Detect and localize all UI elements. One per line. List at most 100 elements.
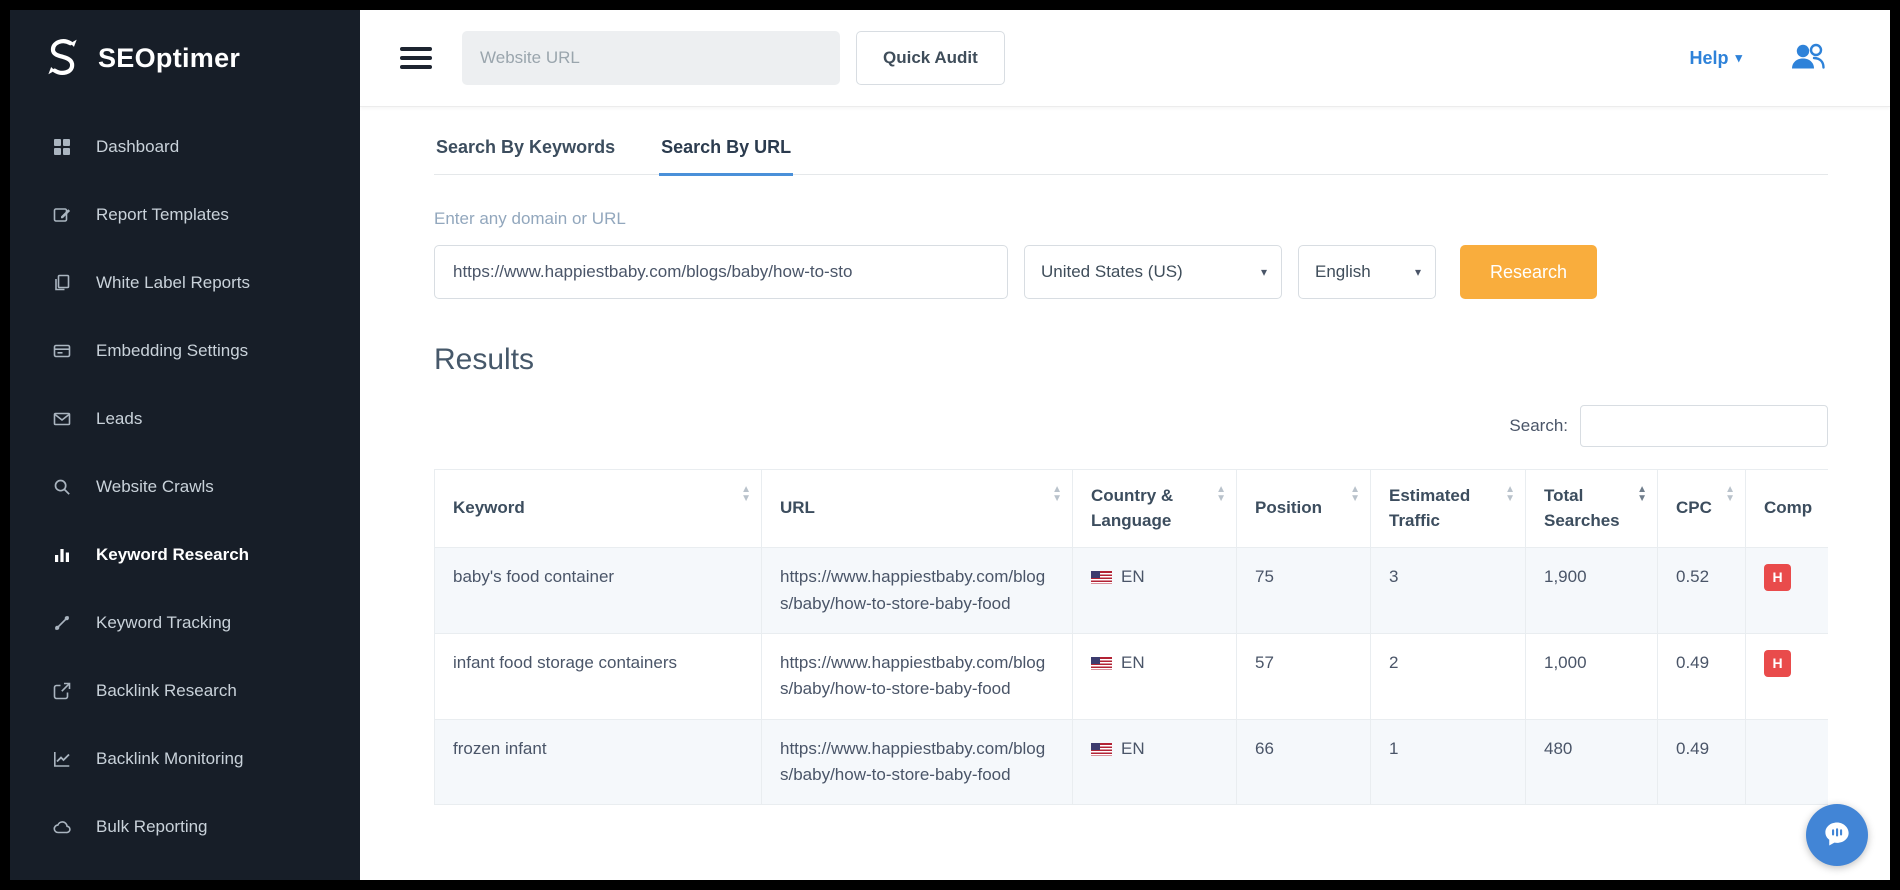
column-header-cpc[interactable]: CPC: [1658, 470, 1746, 548]
chat-launcher-button[interactable]: [1806, 804, 1868, 866]
country-select[interactable]: United States (US) ▾: [1024, 245, 1282, 299]
url-cell: https://www.happiestbaby.com/blogs/baby/…: [762, 548, 1073, 634]
sidebar-item-label: Leads: [96, 409, 142, 429]
language-code: EN: [1121, 739, 1145, 758]
research-button[interactable]: Research: [1460, 245, 1597, 299]
sort-icon: [1216, 486, 1226, 503]
language-code: EN: [1121, 567, 1145, 586]
sidebar-item-bulk-reporting[interactable]: Bulk Reporting: [10, 793, 360, 861]
sort-icon: [1505, 486, 1515, 503]
sidebar-item-label: Website Crawls: [96, 477, 214, 497]
competition-cell: [1746, 719, 1829, 805]
table-search-input[interactable]: [1580, 405, 1828, 447]
position-cell: 57: [1237, 633, 1371, 719]
sidebar-item-label: Keyword Research: [96, 545, 249, 565]
table-header-row: Keyword URL Country & Language Position …: [435, 470, 1829, 548]
cloud-icon: [50, 817, 74, 837]
column-header-position[interactable]: Position: [1237, 470, 1371, 548]
estimated-traffic-cell: 3: [1371, 548, 1526, 634]
tracking-icon: [50, 613, 74, 633]
position-cell: 66: [1237, 719, 1371, 805]
users-icon: [1788, 41, 1830, 76]
sidebar-item-report-templates[interactable]: Report Templates: [10, 181, 360, 249]
url-cell: https://www.happiestbaby.com/blogs/baby/…: [762, 719, 1073, 805]
bar-chart-icon: [50, 545, 74, 565]
language-select-value: English: [1315, 262, 1371, 282]
seoptimer-logo-icon: [42, 35, 84, 82]
language-code: EN: [1121, 653, 1145, 672]
country-language-cell: EN: [1073, 719, 1237, 805]
keyword-cell: baby's food container: [435, 548, 762, 634]
white-label-reports-icon: [50, 273, 74, 293]
results-title: Results: [434, 343, 1828, 377]
envelope-icon: [50, 409, 74, 429]
competition-badge: H: [1764, 564, 1791, 591]
competition-cell: H: [1746, 633, 1829, 719]
dashboard-icon: [50, 137, 74, 157]
estimated-traffic-cell: 2: [1371, 633, 1526, 719]
competition-badge: H: [1764, 650, 1791, 677]
column-header-url[interactable]: URL: [762, 470, 1073, 548]
account-button[interactable]: [1788, 41, 1830, 76]
tab-search-by-url[interactable]: Search By URL: [659, 127, 793, 176]
table-row: baby's food container https://www.happie…: [435, 548, 1829, 634]
domain-url-input[interactable]: [434, 245, 1008, 299]
line-chart-icon: [50, 749, 74, 769]
sidebar-item-label: Report Templates: [96, 205, 229, 225]
sidebar-item-label: Backlink Monitoring: [96, 749, 243, 769]
column-header-competition[interactable]: Comp: [1746, 470, 1829, 548]
sidebar-item-label: Keyword Tracking: [96, 613, 231, 633]
website-url-input[interactable]: [462, 31, 840, 85]
country-language-cell: EN: [1073, 633, 1237, 719]
column-header-country-language[interactable]: Country & Language: [1073, 470, 1237, 548]
sidebar-item-white-label-reports[interactable]: White Label Reports: [10, 249, 360, 317]
sidebar-item-embedding-settings[interactable]: Embedding Settings: [10, 317, 360, 385]
cpc-cell: 0.52: [1658, 548, 1746, 634]
chevron-down-icon: ▾: [1415, 265, 1421, 279]
keyword-cell: frozen infant: [435, 719, 762, 805]
menu-button[interactable]: [400, 47, 432, 69]
brand-name: SEOptimer: [98, 43, 240, 74]
help-menu[interactable]: Help ▾: [1689, 48, 1742, 69]
sort-icon-active: [1637, 486, 1647, 503]
screenshot-frame: SEOptimer Dashboard Report Templates: [0, 0, 1900, 890]
sort-icon: [1725, 486, 1735, 503]
sidebar-nav: Dashboard Report Templates White Label R…: [10, 107, 360, 861]
total-searches-cell: 1,000: [1526, 633, 1658, 719]
tab-search-by-keywords[interactable]: Search By Keywords: [434, 127, 617, 176]
sidebar-item-backlink-research[interactable]: Backlink Research: [10, 657, 360, 725]
sidebar-item-leads[interactable]: Leads: [10, 385, 360, 453]
chevron-down-icon: ▾: [1261, 265, 1267, 279]
column-header-keyword[interactable]: Keyword: [435, 470, 762, 548]
sidebar-item-backlink-monitoring[interactable]: Backlink Monitoring: [10, 725, 360, 793]
report-templates-icon: [50, 205, 74, 225]
domain-input-label: Enter any domain or URL: [434, 209, 1828, 229]
sidebar-item-label: Dashboard: [96, 137, 179, 157]
app-window: SEOptimer Dashboard Report Templates: [10, 10, 1890, 880]
magnifier-icon: [50, 477, 74, 497]
estimated-traffic-cell: 1: [1371, 719, 1526, 805]
url-cell: https://www.happiestbaby.com/blogs/baby/…: [762, 633, 1073, 719]
chat-bubble-icon: [1822, 819, 1852, 852]
sidebar-item-website-crawls[interactable]: Website Crawls: [10, 453, 360, 521]
keyword-cell: infant food storage containers: [435, 633, 762, 719]
column-header-total-searches[interactable]: Total Searches: [1526, 470, 1658, 548]
table-row: infant food storage containers https://w…: [435, 633, 1829, 719]
table-search: Search:: [434, 405, 1828, 447]
sidebar-item-keyword-tracking[interactable]: Keyword Tracking: [10, 589, 360, 657]
results-table: Keyword URL Country & Language Position …: [434, 469, 1828, 805]
brand-logo[interactable]: SEOptimer: [10, 10, 360, 107]
chevron-down-icon: ▾: [1735, 50, 1742, 66]
column-header-estimated-traffic[interactable]: Estimated Traffic: [1371, 470, 1526, 548]
position-cell: 75: [1237, 548, 1371, 634]
sidebar-item-label: Bulk Reporting: [96, 817, 208, 837]
language-select[interactable]: English ▾: [1298, 245, 1436, 299]
sidebar: SEOptimer Dashboard Report Templates: [10, 10, 360, 880]
sidebar-item-dashboard[interactable]: Dashboard: [10, 113, 360, 181]
quick-audit-button[interactable]: Quick Audit: [856, 31, 1005, 85]
sidebar-item-keyword-research[interactable]: Keyword Research: [10, 521, 360, 589]
sort-icon: [1052, 486, 1062, 503]
external-link-icon: [50, 681, 74, 701]
research-form: United States (US) ▾ English ▾ Research: [434, 245, 1828, 299]
main-area: Quick Audit Help ▾: [360, 10, 1890, 880]
